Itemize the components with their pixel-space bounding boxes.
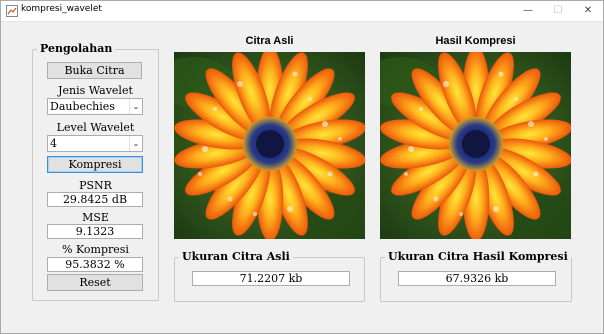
compressed-size-field: 67.9326 kb [398, 271, 556, 286]
matlab-figure-icon [6, 5, 18, 17]
window-title: kompresi_wavelet [21, 4, 102, 14]
wavelet-type-dropdown[interactable]: Daubechies ⌄ [47, 98, 143, 115]
open-image-button[interactable]: Buka Citra [47, 62, 142, 79]
chevron-down-icon: ⌄ [129, 136, 142, 151]
wavelet-type-value: Daubechies [50, 100, 115, 113]
psnr-label: PSNR [79, 179, 112, 192]
wavelet-level-dropdown[interactable]: 4 ⌄ [47, 135, 143, 152]
title-bar: kompresi_wavelet — ☐ ✕ [1, 1, 603, 22]
wavelet-type-label: Jenis Wavelet [58, 84, 133, 97]
compressed-image [380, 52, 571, 239]
compressed-size-panel: Ukuran Citra Hasil Kompresi 67.9326 kb [380, 250, 572, 302]
wavelet-level-label: Level Wavelet [56, 121, 135, 134]
close-icon[interactable]: ✕ [573, 1, 603, 21]
app-window: kompresi_wavelet — ☐ ✕ Pengolahan Buka C… [0, 0, 604, 334]
original-image [174, 52, 365, 239]
compressed-image-title: Hasil Kompresi [435, 35, 516, 47]
compression-label: % Kompresi [62, 243, 129, 256]
mse-label: MSE [82, 211, 109, 224]
minimize-icon[interactable]: — [513, 1, 543, 21]
chevron-down-icon: ⌄ [129, 99, 142, 114]
original-image-title: Citra Asli [245, 35, 294, 47]
compressed-size-title: Ukuran Citra Hasil Kompresi [385, 250, 571, 264]
compression-field: 95.3832 % [47, 257, 143, 272]
original-size-title: Ukuran Citra Asli [179, 250, 293, 264]
original-size-field: 71.2207 kb [192, 271, 350, 286]
mse-field: 9.1323 [47, 224, 143, 239]
maximize-icon[interactable]: ☐ [543, 1, 573, 21]
wavelet-level-value: 4 [50, 137, 57, 150]
psnr-field: 29.8425 dB [47, 192, 143, 207]
compress-button[interactable]: Kompresi [47, 156, 143, 173]
panel-title: Pengolahan [37, 42, 116, 56]
original-size-panel: Ukuran Citra Asli 71.2207 kb [174, 250, 365, 302]
reset-button[interactable]: Reset [47, 274, 143, 291]
figure-area: Pengolahan Buka Citra Jenis Wavelet Daub… [1, 22, 603, 333]
processing-panel: Pengolahan Buka Citra Jenis Wavelet Daub… [32, 42, 159, 301]
